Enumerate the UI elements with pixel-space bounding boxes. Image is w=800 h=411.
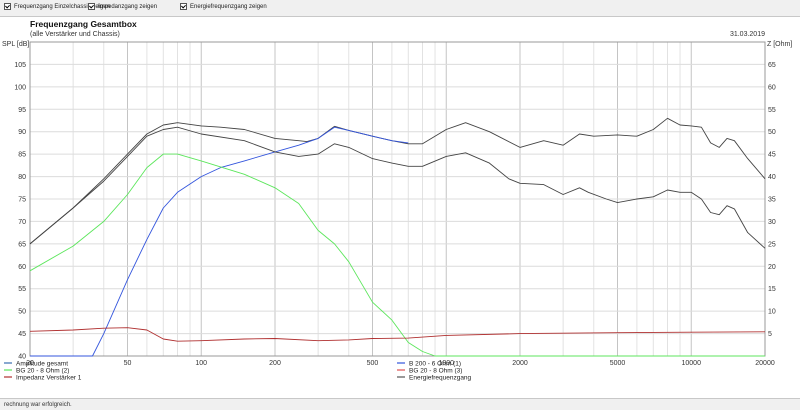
- series-line: [29, 327, 766, 342]
- y-tick-label-right: 20: [768, 264, 776, 271]
- chart-header: Frequenzgang Gesamtbox (alle Verstärker …: [2, 19, 792, 48]
- status-text: rechnung war erfolgreich.: [4, 402, 72, 408]
- y-tick-label-right: 55: [768, 107, 776, 114]
- y-tick-label-left: 95: [18, 107, 26, 114]
- legend: Amplitude gesamtBG 20 - 8 Ohm (2)Impedan…: [4, 361, 472, 382]
- y-tick-label-right: 60: [768, 84, 776, 91]
- plot-area: 20 50 100 200 500 1000 2000 5000 10000 20000 40 45 5…: [0, 17, 800, 397]
- x-tick-label: 100: [195, 360, 207, 367]
- y-tick-label-left: 105: [14, 62, 26, 69]
- checkbox-label: Energiefrequenzgang zeigen: [190, 3, 267, 10]
- x-tick-label: 50: [124, 360, 132, 367]
- y-tick-label-right: 40: [768, 174, 776, 181]
- legend-label: Impedanz Verstärker 1: [16, 375, 82, 382]
- x-tick-label: 500: [367, 360, 379, 367]
- series-line: [29, 153, 765, 357]
- y-tick-label-right: 35: [768, 197, 776, 204]
- toolbar: Frequenzgang Einzelchassis zeigen Impeda…: [0, 0, 800, 17]
- legend-label: Amplitude gesamt: [16, 361, 68, 368]
- y-tick-label-left: 40: [18, 354, 26, 361]
- y-tick-label-right: 5: [768, 331, 772, 338]
- status-bar: rechnung war erfolgreich.: [0, 398, 800, 410]
- chart-subtitle: (alle Verstärker und Chassis): [30, 31, 120, 38]
- y-tick-label-left: 80: [18, 174, 26, 181]
- y-axis-label-right: Z [Ohm]: [767, 41, 792, 48]
- frequency-response-chart: 20 50 100 200 500 1000 2000 5000 10000 2000040455…: [2, 19, 792, 382]
- legend-label: B 200 - 6 Ohm (1): [409, 361, 461, 368]
- series-line: [30, 126, 409, 357]
- checkbox-energiefrequenzgang[interactable]: Energiefrequenzgang zeigen: [180, 3, 267, 10]
- checkbox-impedanzgang[interactable]: Impedanzgang zeigen: [88, 3, 157, 10]
- grid-lines: [29, 41, 766, 357]
- checkbox-box[interactable]: [180, 3, 187, 10]
- y-tick-label-left: 70: [18, 219, 26, 226]
- y-tick-label-left: 100: [14, 84, 26, 91]
- chart-date: 31.03.2019: [730, 31, 765, 38]
- y-tick-label-right: 10: [768, 309, 776, 316]
- y-tick-label-left: 65: [18, 241, 26, 248]
- x-tick-label: 20000: [755, 360, 775, 367]
- y-tick-label-right: 50: [768, 129, 776, 136]
- legend-label: Energiefrequenzgang: [409, 375, 472, 382]
- y-tick-label-left: 75: [18, 197, 26, 204]
- y-tick-label-right: 45: [768, 152, 776, 159]
- y-tick-label-right: 25: [768, 241, 776, 248]
- y-tick-label-left: 85: [18, 152, 26, 159]
- series-line: [29, 117, 766, 245]
- tick-labels: 20 50 100 200 500 1000 2000 5000 10000 2000040455…: [14, 62, 776, 367]
- x-tick-label: 5000: [610, 360, 626, 367]
- checkbox-box[interactable]: [88, 3, 95, 10]
- legend-label: BG 20 - 8 Ohm (2): [16, 368, 69, 375]
- y-tick-label-left: 45: [18, 331, 26, 338]
- y-tick-label-right: 30: [768, 219, 776, 226]
- y-tick-label-left: 90: [18, 129, 26, 136]
- y-axis-label-left: SPL [dB]: [2, 41, 29, 48]
- legend-label: BG 20 - 8 Ohm (3): [409, 368, 462, 375]
- series-line: [29, 126, 766, 249]
- x-tick-label: 200: [269, 360, 281, 367]
- chart-title: Frequenzgang Gesamtbox: [30, 19, 137, 29]
- y-tick-label-left: 50: [18, 309, 26, 316]
- x-tick-label: 2000: [512, 360, 528, 367]
- y-tick-label-left: 55: [18, 286, 26, 293]
- y-tick-label-right: 15: [768, 286, 776, 293]
- y-tick-label-right: 65: [768, 62, 776, 69]
- x-tick-label: 10000: [682, 360, 702, 367]
- y-tick-label-left: 60: [18, 264, 26, 271]
- checkbox-box[interactable]: [4, 3, 11, 10]
- checkbox-label: Impedanzgang zeigen: [98, 3, 158, 10]
